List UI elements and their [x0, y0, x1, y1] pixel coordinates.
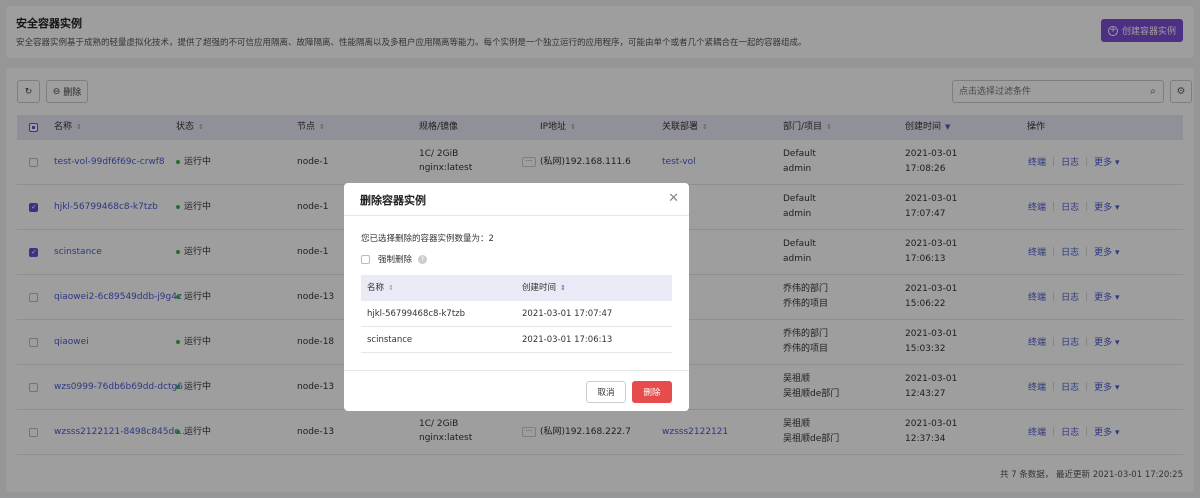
dialog-col-created[interactable]: 创建时间 ⇕: [522, 275, 566, 301]
dialog-title: 删除容器实例: [360, 194, 426, 207]
table-row: hjkl-56799468c8-k7tzb 2021-03-01 17:07:4…: [361, 301, 672, 327]
force-delete-option[interactable]: 强制删除 ?: [361, 253, 428, 265]
table-row: scinstance 2021-03-01 17:06:13: [361, 327, 672, 353]
help-icon[interactable]: ?: [418, 254, 428, 264]
dialog-col-name[interactable]: 名称 ⇕: [367, 275, 394, 301]
dialog-item-created: 2021-03-01 17:07:47: [522, 309, 613, 319]
cancel-button[interactable]: 取消: [586, 381, 626, 403]
force-delete-checkbox[interactable]: [361, 254, 370, 264]
dialog-item-created: 2021-03-01 17:06:13: [522, 335, 613, 345]
dialog-item-name: hjkl-56799468c8-k7tzb: [367, 309, 466, 319]
dialog-item-name: scinstance: [367, 335, 413, 345]
delete-dialog: 删除容器实例 ✕ 您已选择删除的容器实例数量为：2 强制删除 ? 名称 ⇕ 创建时…: [344, 183, 689, 411]
dialog-footer-divider: [344, 370, 689, 371]
close-icon[interactable]: ✕: [668, 191, 679, 206]
selected-count-text: 您已选择删除的容器实例数量为：2: [361, 234, 494, 244]
confirm-delete-button[interactable]: 删除: [632, 381, 672, 403]
dialog-table-header: 名称 ⇕ 创建时间 ⇕: [361, 275, 672, 301]
dialog-divider: [344, 215, 689, 216]
force-delete-label: 强制删除: [378, 255, 413, 265]
